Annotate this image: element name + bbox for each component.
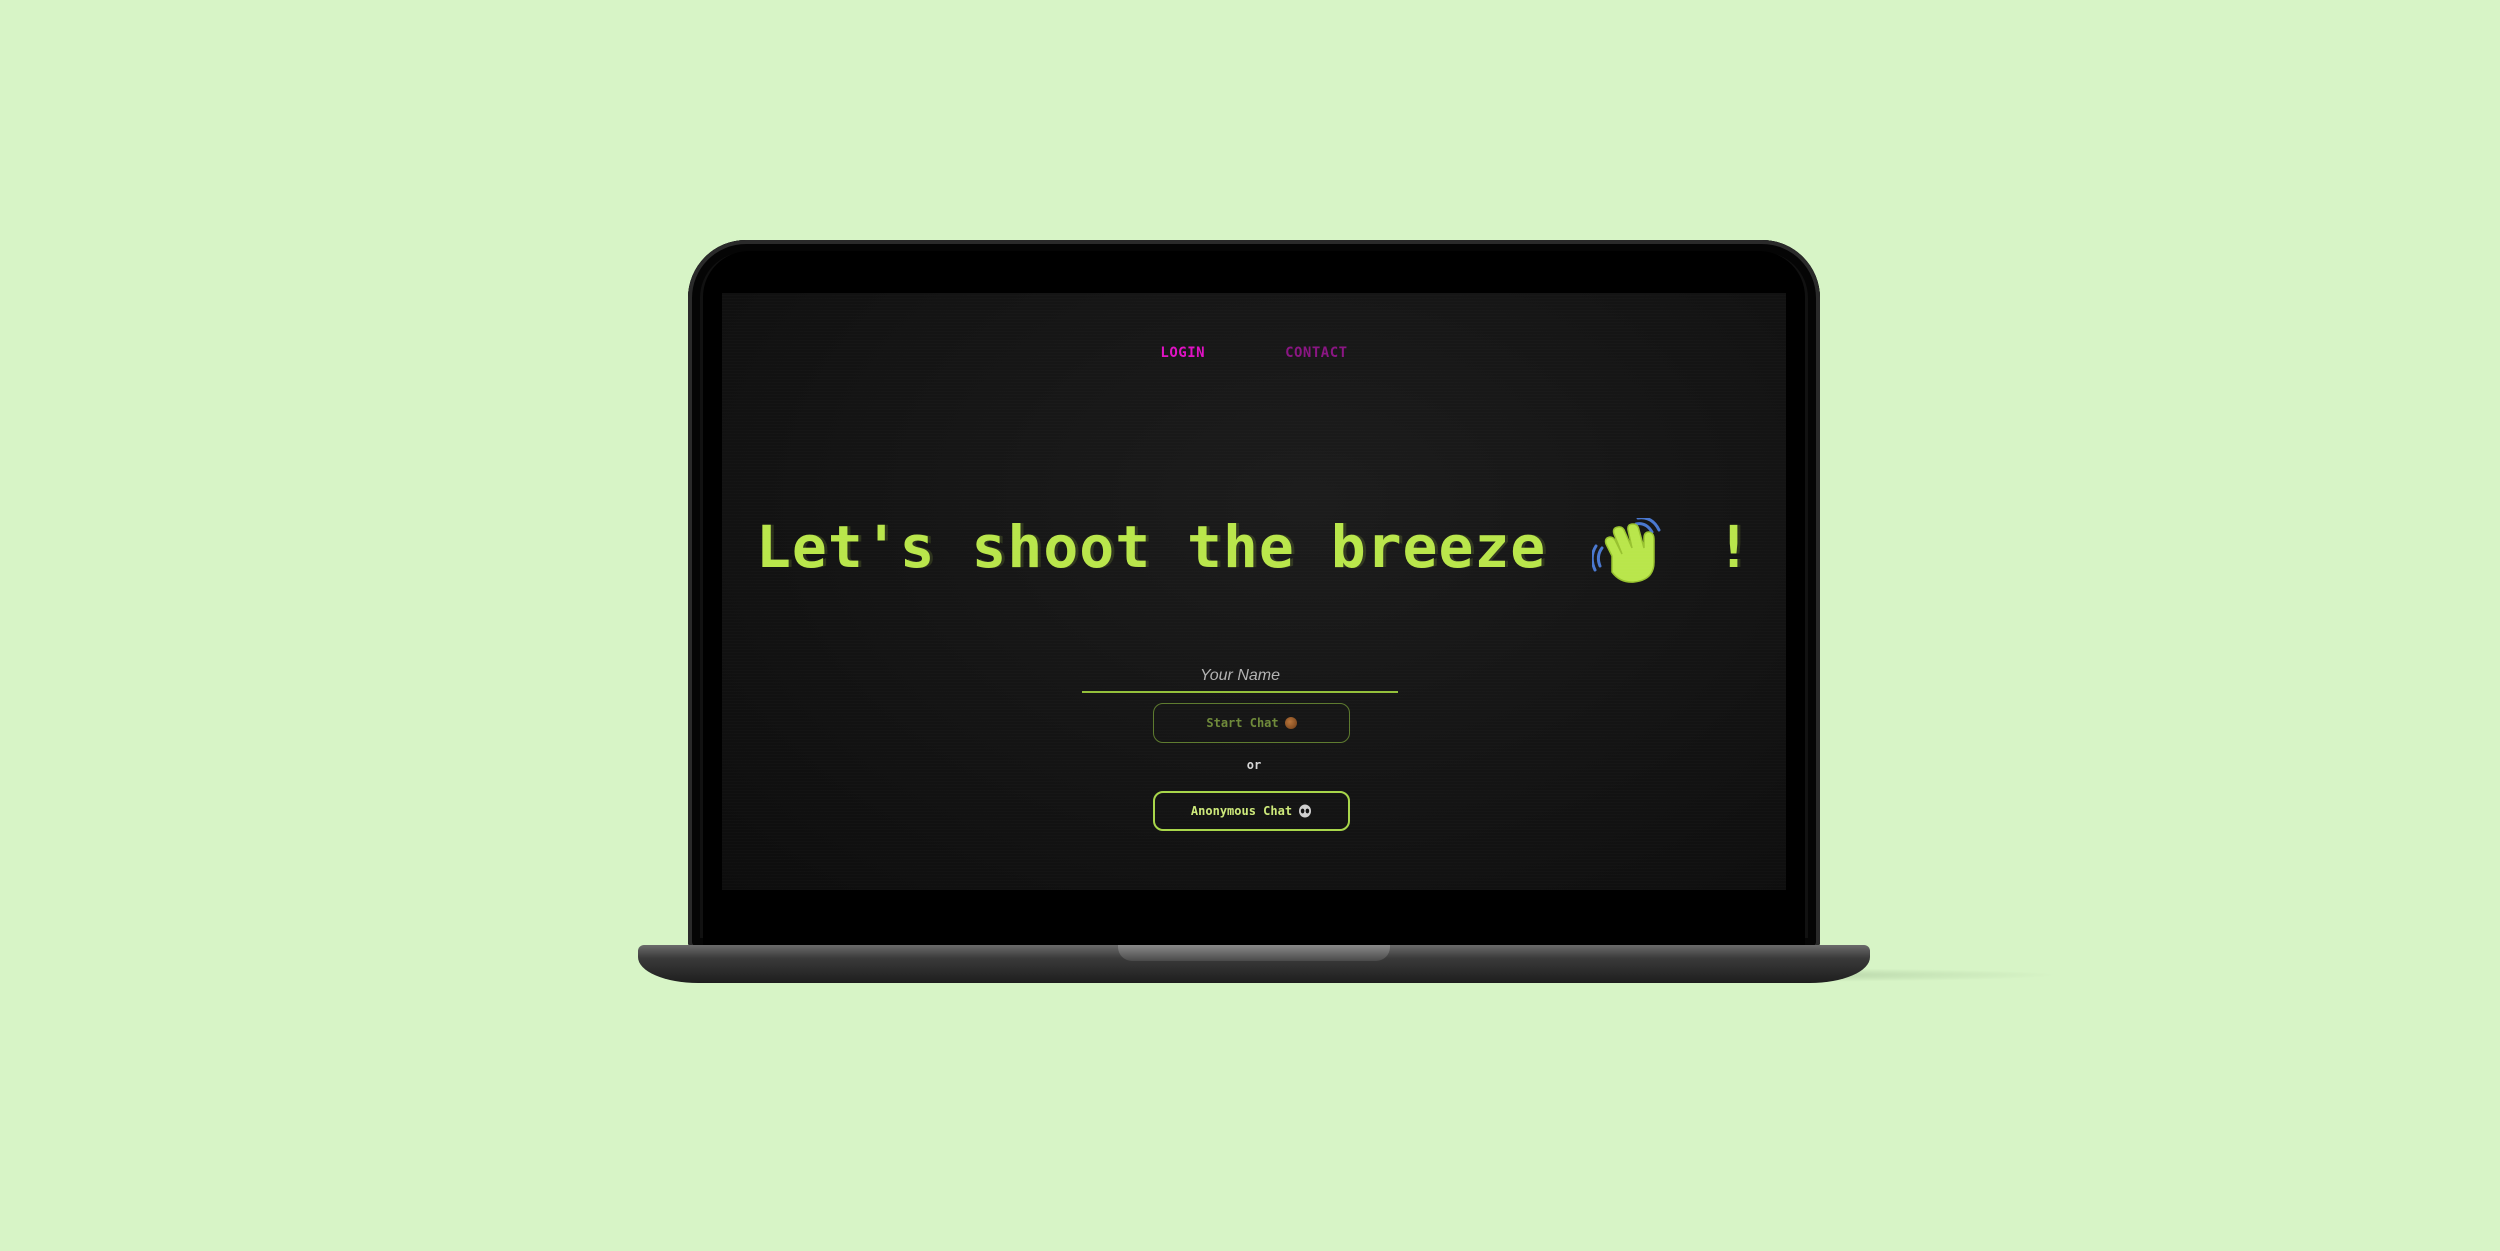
nav-contact-link[interactable]: CONTACT [1285,345,1348,361]
start-chat-button[interactable]: Start Chat [1153,703,1350,743]
top-nav: LOGIN CONTACT [722,345,1786,361]
laptop-base-notch [1118,945,1390,961]
page-headline: Let's shoot the breeze ! [722,513,1786,584]
alien-icon [1299,804,1312,818]
headline-text: Let's shoot the breeze [756,513,1547,581]
anonymous-chat-label: Anonymous Chat [1190,804,1293,818]
emoji-face-icon [1284,717,1297,729]
headline-suffix: ! [1716,513,1752,581]
app-screen: LOGIN CONTACT Let's shoot the breeze ! S… [722,293,1786,890]
mockup-stage: LOGIN CONTACT Let's shoot the breeze ! S… [0,0,2500,1251]
or-separator: or [1246,758,1262,772]
laptop-base [638,945,1870,983]
start-chat-label: Start Chat [1206,716,1279,730]
anonymous-chat-button[interactable]: Anonymous Chat [1153,791,1350,831]
name-input[interactable] [1082,661,1398,693]
waving-hand-icon [1592,517,1661,583]
nav-login-link[interactable]: LOGIN [1160,345,1205,361]
